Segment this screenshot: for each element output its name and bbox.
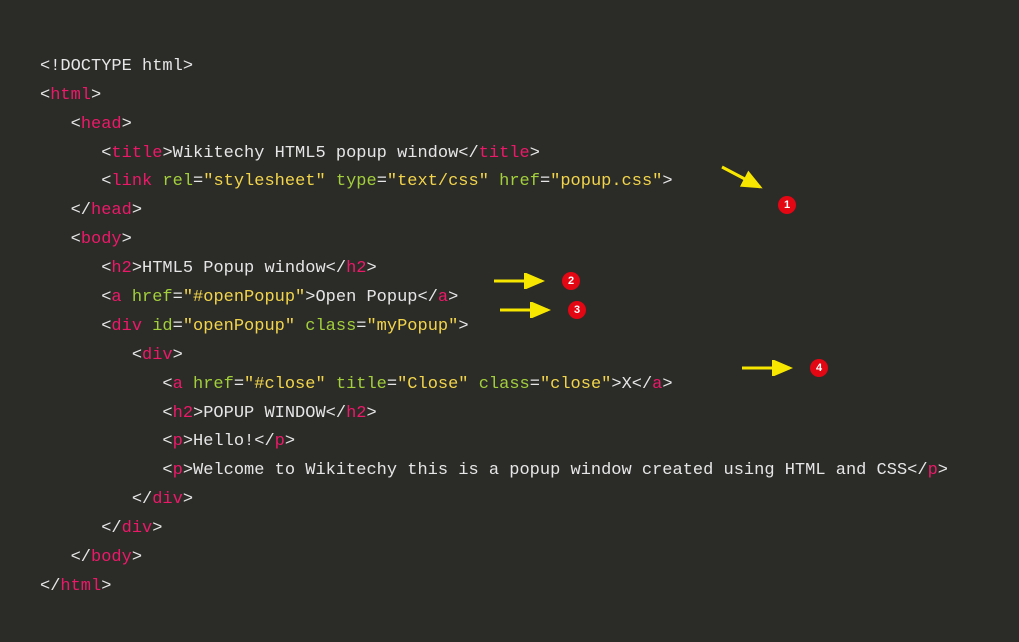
link-rel-val: "stylesheet" <box>203 172 325 191</box>
div-class-attr: class <box>305 317 356 336</box>
close-x-text: X <box>622 375 632 394</box>
close-class-val: "close" <box>540 375 611 394</box>
arrow-icon-2 <box>492 273 552 289</box>
outer-div-close: div <box>122 519 153 538</box>
p1-tag: p <box>173 432 183 451</box>
a-open-text: Open Popup <box>315 288 417 307</box>
html-close-tag: html <box>60 577 101 596</box>
h2-tag-open: h2 <box>111 259 131 278</box>
inner-div-close: div <box>152 490 183 509</box>
close-title-val: "Close" <box>397 375 468 394</box>
link-href-attr: href <box>499 172 540 191</box>
div-id-val: "openPopup" <box>183 317 295 336</box>
div-class-val: "myPopup" <box>366 317 458 336</box>
link-type-attr: type <box>336 172 377 191</box>
callout-badge-2: 2 <box>562 272 580 290</box>
link-tag: link <box>111 172 152 191</box>
body-open-tag: body <box>81 230 122 249</box>
inner-div-open: div <box>142 346 173 365</box>
callout-badge-1: 1 <box>778 196 796 214</box>
title-tag-open: title <box>111 144 162 163</box>
code-block: <!DOCTYPE html> <html> <head> <title>Wik… <box>0 0 1019 602</box>
body-close-tag: body <box>91 548 132 567</box>
a-open-href-val: "#openPopup" <box>183 288 305 307</box>
head-open-tag: head <box>81 115 122 134</box>
callout-badge-3: 3 <box>568 301 586 319</box>
p2-tag: p <box>173 461 183 480</box>
html-open-tag: html <box>50 86 91 105</box>
p2-text: Welcome to Wikitechy this is a popup win… <box>193 461 907 480</box>
link-rel-attr: rel <box>162 172 193 191</box>
p1-text: Hello! <box>193 432 254 451</box>
link-href-val: "popup.css" <box>550 172 662 191</box>
a-open-tag: a <box>111 288 121 307</box>
arrow-icon-4 <box>740 360 800 376</box>
callout-badge-4: 4 <box>810 359 828 377</box>
arrow-icon-1 <box>720 165 770 195</box>
link-type-val: "text/css" <box>387 172 489 191</box>
arrow-icon-3 <box>498 302 558 318</box>
close-title-attr: title <box>336 375 387 394</box>
popup-h2-text: POPUP WINDOW <box>203 404 325 423</box>
doctype-line: <!DOCTYPE html> <box>40 57 193 76</box>
a-href-attr: href <box>132 288 173 307</box>
div-tag-open: div <box>111 317 142 336</box>
head-close-tag: head <box>91 201 132 220</box>
title-text: Wikitechy HTML5 popup window <box>173 144 459 163</box>
h2-text: HTML5 Popup window <box>142 259 326 278</box>
div-id-attr: id <box>152 317 172 336</box>
close-a-tag: a <box>173 375 183 394</box>
close-href-val: "#close" <box>244 375 326 394</box>
